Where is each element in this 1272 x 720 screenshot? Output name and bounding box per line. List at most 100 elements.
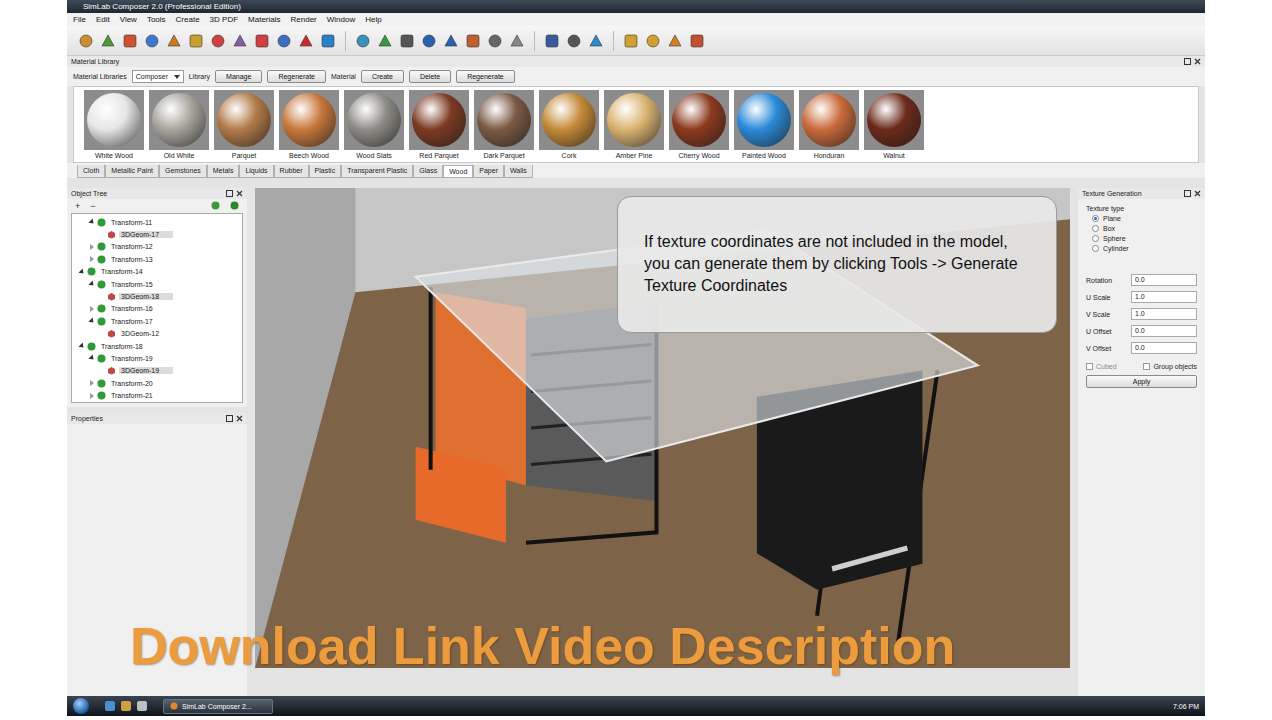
float-icon[interactable] [1184,58,1191,65]
radio-icon[interactable] [1092,235,1099,242]
tool-icon[interactable] [319,32,337,50]
category-tab[interactable]: Cloth [77,165,105,178]
menu-item[interactable]: Help [365,15,381,24]
tree-row[interactable]: Transform-12 [72,241,242,253]
float-icon[interactable] [226,190,233,197]
expand-icon[interactable] [90,306,94,312]
radio-icon[interactable] [1092,225,1099,232]
viewport[interactable]: If texture coordinates are not included … [255,188,1070,668]
tool-icon[interactable] [231,32,249,50]
material-swatch[interactable]: Beech Wood [279,90,339,159]
tree-row[interactable]: Transform-16 [72,303,242,315]
tool-icon[interactable] [165,32,183,50]
checkbox-option[interactable]: Group objects [1143,363,1197,370]
texture-type-option[interactable]: Plane [1086,215,1197,222]
expand-icon[interactable] [88,219,95,226]
tree-tool-button[interactable]: + [75,201,80,211]
menu-item[interactable]: Edit [96,15,110,24]
tool-icon[interactable] [565,32,583,50]
tool-icon[interactable] [688,32,706,50]
category-tab[interactable]: Gemstones [159,165,207,178]
category-tab[interactable]: Rubber [274,165,309,178]
tool-icon[interactable] [209,32,227,50]
expand-icon[interactable] [90,380,94,386]
tool-icon[interactable] [666,32,684,50]
tool-icon[interactable] [442,32,460,50]
category-tab[interactable]: Glass [413,165,443,178]
tool-icon[interactable] [587,32,605,50]
tool-icon[interactable] [253,32,271,50]
menu-item[interactable]: Materials [248,15,280,24]
number-input[interactable]: 0.0 [1131,325,1197,337]
radio-icon[interactable] [1092,245,1099,252]
material-swatch[interactable]: Old White [149,90,209,159]
tree-row[interactable]: Transform-17 [72,315,242,327]
tree-row[interactable]: Transform-21 [72,389,242,401]
tool-icon[interactable] [508,32,526,50]
material-swatch[interactable]: Cork [539,90,599,159]
material-button[interactable]: Delete [409,70,451,83]
texture-type-option[interactable]: Cylinder [1086,245,1197,252]
material-swatch[interactable]: Wood Slats [344,90,404,159]
tool-icon[interactable] [464,32,482,50]
menu-item[interactable]: Render [291,15,317,24]
menu-item[interactable]: 3D PDF [210,15,238,24]
expand-icon[interactable] [90,393,94,399]
material-swatch[interactable]: Parquet [214,90,274,159]
library-button[interactable]: Regenerate [267,70,326,83]
material-swatch[interactable]: White Wood [84,90,144,159]
menu-item[interactable]: File [73,15,86,24]
radio-icon[interactable] [1092,215,1099,222]
tool-icon[interactable] [143,32,161,50]
start-icon[interactable] [73,698,89,714]
tree-row[interactable]: Transform-15 [72,278,242,290]
close-icon[interactable] [1194,190,1201,197]
tree-row[interactable]: Transform-13 [72,253,242,265]
tree-row[interactable]: Transform-18 [72,340,242,352]
expand-icon[interactable] [78,268,85,275]
texture-type-option[interactable]: Sphere [1086,235,1197,242]
number-input[interactable]: 0.0 [1131,274,1197,286]
category-tab[interactable]: Walls [504,165,533,178]
tree-row[interactable]: Transform-19 [72,352,242,364]
expand-icon[interactable] [88,281,95,288]
number-input[interactable]: 0.0 [1131,342,1197,354]
task-button[interactable]: SimLab Composer 2... [163,699,273,714]
material-swatch[interactable]: Red Parquet [409,90,469,159]
texture-type-option[interactable]: Box [1086,225,1197,232]
material-button[interactable]: Regenerate [456,70,515,83]
expand-icon[interactable] [88,318,95,325]
float-icon[interactable] [1184,190,1191,197]
material-button[interactable]: Create [361,70,404,83]
number-input[interactable]: 1.0 [1131,308,1197,320]
material-swatch[interactable]: Painted Wood [734,90,794,159]
tool-icon[interactable] [644,32,662,50]
category-tab[interactable]: Transparent Plastic [341,165,413,178]
tool-icon[interactable] [354,32,372,50]
menu-item[interactable]: Create [176,15,200,24]
close-icon[interactable] [1194,58,1201,65]
expand-icon[interactable] [88,355,95,362]
tool-icon[interactable] [376,32,394,50]
expand-icon[interactable] [90,244,94,250]
tool-icon[interactable] [297,32,315,50]
tree-row[interactable]: 3DGeom-12 [72,328,242,340]
tool-icon[interactable] [398,32,416,50]
close-icon[interactable] [236,190,243,197]
number-input[interactable]: 1.0 [1131,291,1197,303]
library-dropdown[interactable]: Composer [132,70,184,83]
tool-icon[interactable] [121,32,139,50]
material-swatch[interactable]: Amber Pine [604,90,664,159]
material-swatch[interactable]: Honduran [799,90,859,159]
tree-row[interactable]: Transform-14 [72,266,242,278]
category-tab[interactable]: Metals [207,165,240,178]
category-tab[interactable]: Paper [473,165,504,178]
tool-icon[interactable] [99,32,117,50]
category-tab[interactable]: Metallic Paint [105,165,159,178]
tool-icon[interactable] [187,32,205,50]
expand-icon[interactable] [90,256,94,262]
category-tab[interactable]: Wood [443,165,473,178]
tool-icon[interactable] [622,32,640,50]
close-icon[interactable] [236,415,243,422]
remove-group-icon[interactable] [230,201,239,210]
